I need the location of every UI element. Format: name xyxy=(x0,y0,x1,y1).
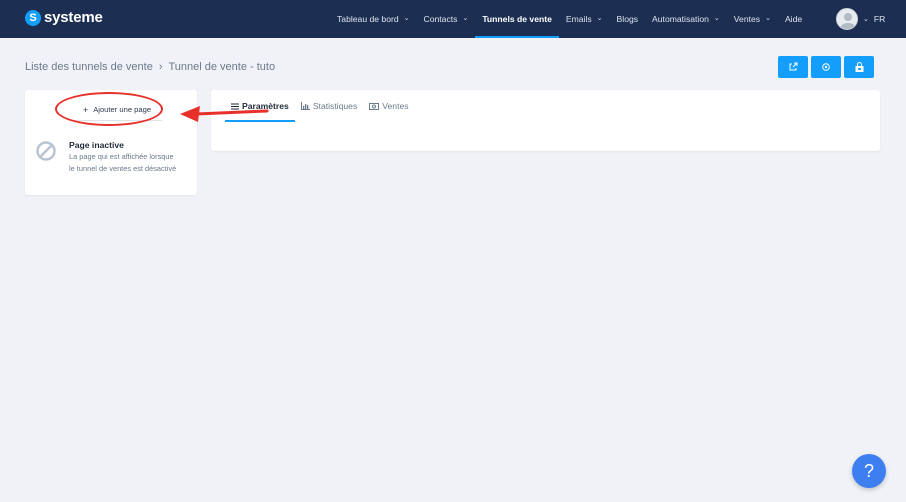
breadcrumb-current: Tunnel de vente - tuto xyxy=(168,61,276,73)
settings-icon xyxy=(822,63,830,71)
tab-label: Paramètres xyxy=(242,101,289,111)
add-page-label: Ajouter une page xyxy=(93,105,152,114)
nav-label: Tunnels de vente xyxy=(482,14,552,24)
breadcrumb: Liste des tunnels de vente › Tunnel de v… xyxy=(25,61,275,73)
nav-blogs[interactable]: Blogs xyxy=(610,0,646,38)
chevron-down-icon: ⌄ xyxy=(596,15,603,22)
tab-parametres[interactable]: Paramètres xyxy=(225,90,295,122)
nav-tableau-de-bord[interactable]: Tableau de bord ⌄ xyxy=(330,0,417,38)
main-nav: Tableau de bord ⌄ Contacts ⌄ Tunnels de ve… xyxy=(330,0,809,38)
external-link-icon xyxy=(789,62,798,71)
avatar[interactable] xyxy=(836,8,858,30)
inactive-page-description: La page qui est affichée lorsque le tunn… xyxy=(69,152,177,173)
nav-label: Automatisation xyxy=(652,14,709,24)
nav-emails[interactable]: Emails ⌄ xyxy=(559,0,610,38)
nav-label: Blogs xyxy=(616,14,639,24)
nav-ventes[interactable]: Ventes ⌄ xyxy=(727,0,778,38)
logo-text: systeme xyxy=(44,9,103,26)
funnel-actions xyxy=(778,56,874,78)
inactive-page-title: Page inactive xyxy=(69,140,124,150)
chevron-down-icon: ⌄ xyxy=(403,15,410,22)
nav-contacts[interactable]: Contacts ⌄ xyxy=(417,0,476,38)
chevron-down-icon: ⌄ xyxy=(713,15,720,22)
inactive-page-item[interactable]: Page inactive La page qui est affichée l… xyxy=(35,140,179,175)
nav-aide[interactable]: Aide xyxy=(778,0,809,38)
nav-automatisation[interactable]: Automatisation ⌄ xyxy=(645,0,727,38)
nav-label: Aide xyxy=(784,14,803,24)
breadcrumb-parent-link[interactable]: Liste des tunnels de vente xyxy=(25,61,153,73)
tab-label: Ventes xyxy=(382,101,409,111)
help-button[interactable]: ? xyxy=(852,454,886,488)
funnel-main-panel: Paramètres Statistiques Ventes xyxy=(211,90,880,151)
systeme-logo[interactable]: S systeme xyxy=(25,9,103,26)
funnel-shop-button[interactable] xyxy=(844,56,874,78)
funnel-tabs: Paramètres Statistiques Ventes xyxy=(225,90,415,122)
nav-tunnels-de-vente[interactable]: Tunnels de vente xyxy=(475,0,559,38)
funnel-settings-button[interactable] xyxy=(811,56,841,78)
nav-label: Tableau de bord xyxy=(337,14,399,24)
tab-statistiques[interactable]: Statistiques xyxy=(295,90,363,122)
nav-label: Contacts xyxy=(423,14,458,24)
user-menu[interactable]: ⌄ FR xyxy=(836,8,885,30)
tab-ventes[interactable]: Ventes xyxy=(363,90,414,122)
money-icon xyxy=(369,102,380,110)
open-funnel-button[interactable] xyxy=(778,56,808,78)
nav-label: Ventes xyxy=(733,14,761,24)
nav-label: Emails xyxy=(565,14,592,24)
top-navigation-bar: S systeme Tableau de bord ⌄ Contacts ⌄ Tun… xyxy=(0,0,906,38)
logo-mark-icon: S xyxy=(25,9,41,26)
shop-icon xyxy=(855,61,863,72)
list-icon xyxy=(231,103,239,109)
chevron-down-icon: ⌄ xyxy=(863,16,869,23)
chevron-down-icon: ⌄ xyxy=(462,15,469,22)
language-selector[interactable]: FR xyxy=(874,14,885,24)
breadcrumb-separator: › xyxy=(158,61,163,73)
chevron-down-icon: ⌄ xyxy=(765,15,771,22)
add-page-button[interactable]: + Ajouter une page xyxy=(72,99,162,121)
plus-icon: + xyxy=(82,104,89,115)
tab-label: Statistiques xyxy=(312,101,358,111)
funnel-steps-panel: + Ajouter une page Page inactive La page… xyxy=(25,90,197,195)
bar-chart-icon xyxy=(300,102,310,110)
ban-icon xyxy=(36,141,56,161)
